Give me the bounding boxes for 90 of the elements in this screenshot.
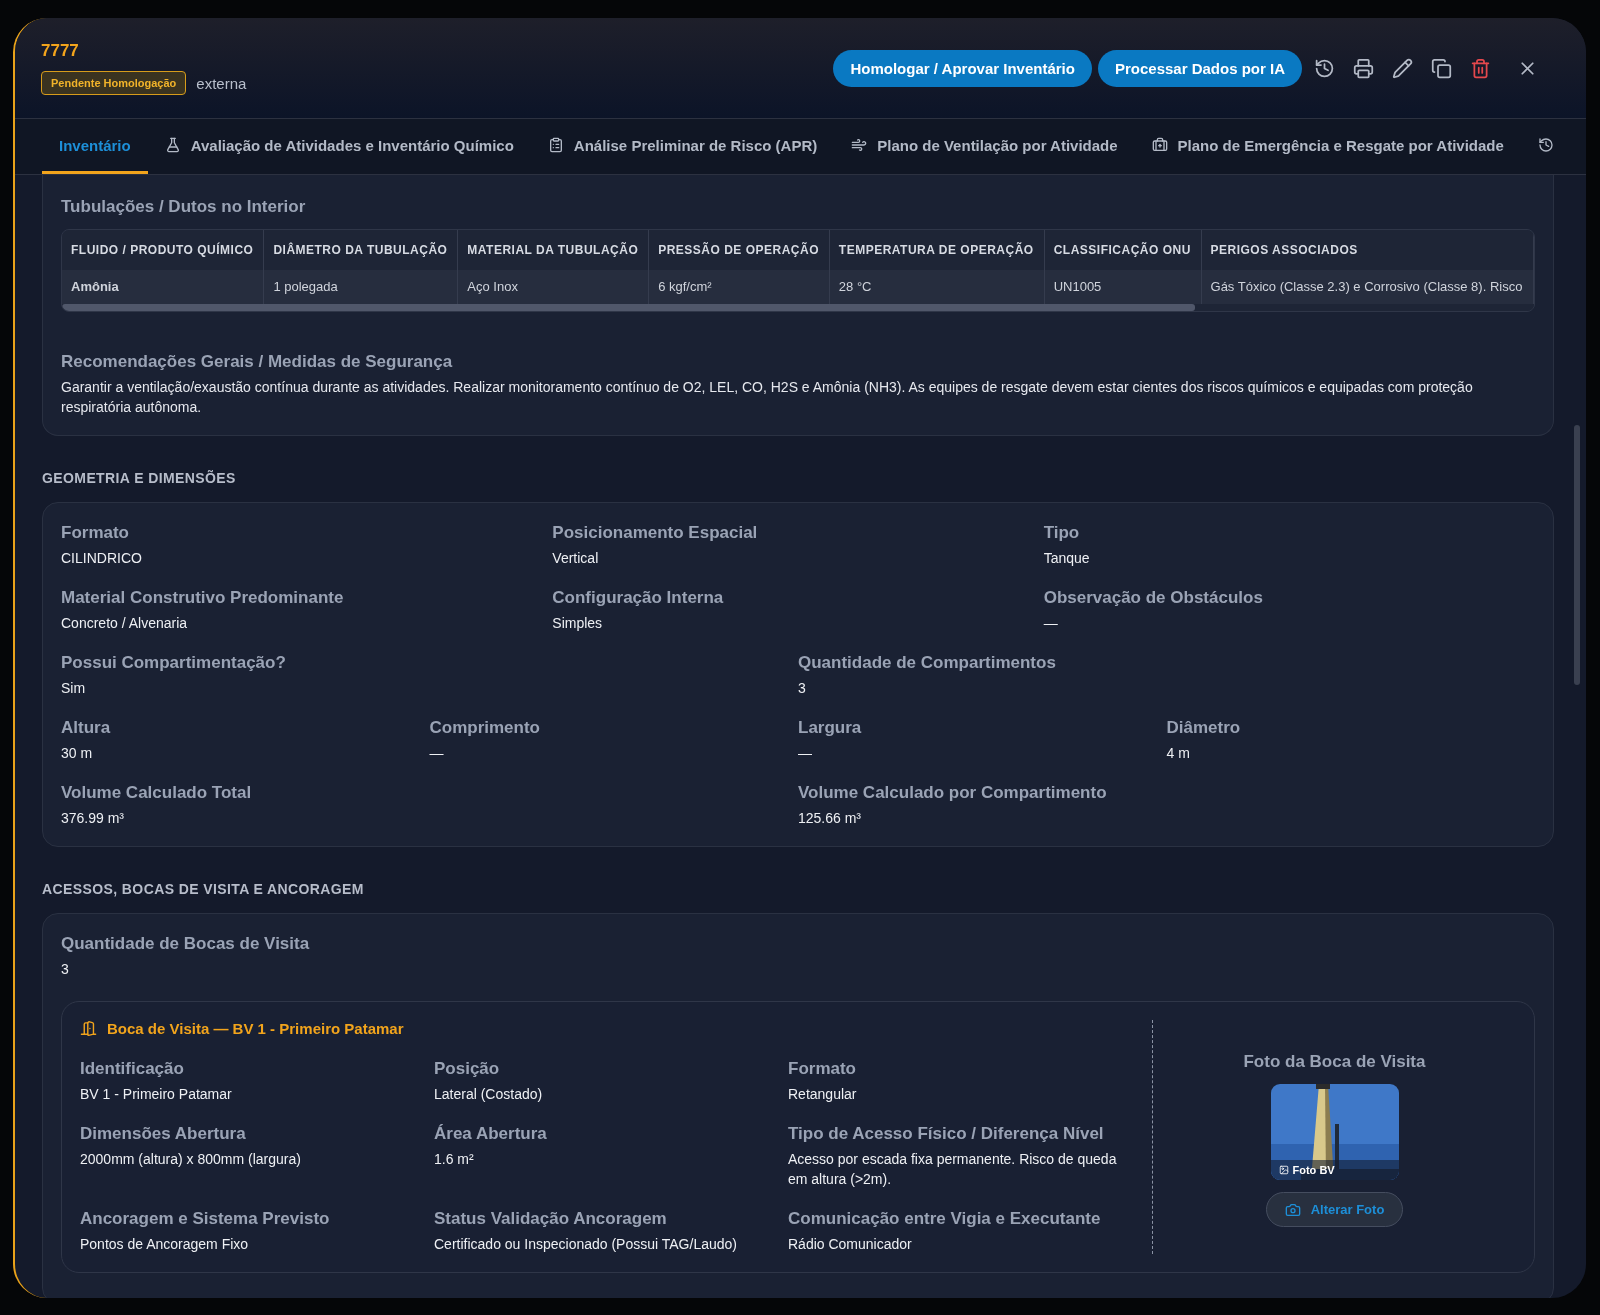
field-label: Área Abertura — [434, 1124, 548, 1144]
field-label: Material Construtivo Predominante — [61, 588, 345, 608]
field-label: Status Validação Ancoragem — [434, 1209, 668, 1229]
field-value: 3 — [798, 679, 807, 698]
section-title: ACESSOS, BOCAS DE VISITA E ANCORAGEM — [42, 881, 365, 897]
image-icon — [1278, 1165, 1289, 1175]
field-label: Posicionamento Espacial — [552, 523, 759, 543]
field-label: Configuração Interna — [552, 588, 725, 608]
type-label: externa — [196, 74, 247, 92]
tab[interactable]: Plano de Emergência e Resgate por Atividade — [1134, 119, 1521, 174]
field-label: Dimensões Abertura — [80, 1124, 247, 1144]
manhole-title: Boca de Visita — BV 1 - Primeiro Patamar — [107, 1020, 404, 1037]
photo-caption: Foto BV — [1270, 1160, 1399, 1180]
field-value: BV 1 - Primeiro Patamar — [80, 1085, 233, 1104]
table-cell: 6 kgf/cm² — [648, 270, 830, 304]
table-cell: Gás Tóxico (Classe 2.3) e Corrosivo (Classe 8). Risco — [1201, 270, 1534, 304]
flask-icon — [164, 137, 181, 153]
wind-icon — [851, 137, 868, 153]
field-label: Formato — [788, 1059, 857, 1079]
field-value: — — [429, 744, 445, 763]
field-label: Altura — [61, 718, 112, 738]
door-icon — [80, 1020, 97, 1037]
medical-kit-icon — [1151, 137, 1168, 153]
table-cell: 1 polegada — [263, 270, 458, 304]
photo-title: Foto da Boca de Visita — [1243, 1052, 1426, 1072]
field-value: Tanque — [1043, 549, 1091, 568]
camera-icon — [1284, 1201, 1301, 1218]
field-value: — — [798, 744, 813, 763]
tab[interactable]: Análise Preliminar de Risco (APR) — [530, 119, 835, 174]
field-value: 4 m — [1166, 744, 1191, 763]
field-value: Simples — [552, 614, 604, 633]
column-header: PERIGOS ASSOCIADOS — [1201, 230, 1534, 270]
field-value: Sim — [61, 679, 87, 698]
scrollbar-thumb[interactable] — [62, 304, 1196, 311]
field-label: Observação de Obstáculos — [1043, 588, 1264, 608]
field-value: Rádio Comunicador — [788, 1235, 913, 1254]
field-value: 2000mm (altura) x 800mm (largura) — [80, 1150, 302, 1169]
record-title: 7777 — [41, 41, 80, 61]
field-label: Posição — [434, 1059, 501, 1079]
section-subtitle: Tubulações / Dutos no Interior — [61, 197, 307, 217]
history-icon — [1537, 137, 1554, 153]
field-value: Retangular — [788, 1085, 858, 1104]
field-value: 1.6 m² — [434, 1150, 475, 1169]
field-value: — — [1043, 614, 1059, 633]
table-cell: UN1005 — [1044, 270, 1202, 304]
table-cell: 28 °C — [829, 270, 1045, 304]
column-header: PRESSÃO DE OPERAÇÃO — [648, 230, 830, 270]
table-cell: Aço Inox — [457, 270, 649, 304]
field-label: Tipo de Acesso Físico / Diferença Nível — [788, 1124, 1105, 1144]
field-label: Quantidade de Bocas de Visita — [61, 934, 311, 954]
field-label: Diâmetro — [1166, 718, 1242, 738]
field-label: Recomendações Gerais / Medidas de Segurança — [61, 352, 454, 372]
clipboard-icon — [547, 137, 564, 153]
field-value: 376.99 m³ — [61, 809, 126, 828]
change-photo-button[interactable]: Alterar Foto — [1265, 1192, 1404, 1227]
field-label: Largura — [798, 718, 863, 738]
field-value: 125.66 m³ — [798, 809, 863, 828]
column-header: CLASSIFICAÇÃO ONU — [1044, 230, 1202, 270]
field-label: Comunicação entre Vigia e Executante — [788, 1209, 1102, 1229]
field-label: Formato — [61, 523, 130, 543]
tab[interactable]: Avaliação de Atividades e Inventário Químico — [147, 119, 531, 174]
field-label: Possui Compartimentação? — [61, 653, 287, 673]
field-label: Tipo — [1043, 523, 1081, 543]
column-header: TEMPERATURA DE OPERAÇÃO — [829, 230, 1045, 270]
field-label: Identificação — [80, 1059, 185, 1079]
ai-process-button[interactable]: Processar Dados por IA — [1097, 49, 1302, 87]
field-value: Vertical — [552, 549, 600, 568]
field-label: Volume Calculado Total — [61, 783, 253, 803]
field-value: Pontos de Ancoragem Fixo — [80, 1235, 250, 1254]
field-label: Comprimento — [429, 718, 541, 738]
field-label: Quantidade de Compartimentos — [798, 653, 1057, 673]
status-badge: Pendente Homologação — [41, 71, 187, 95]
field-label: Volume Calculado por Compartimento — [798, 783, 1108, 803]
field-value: Concreto / Alvenaria — [61, 614, 189, 633]
column-header: DIÂMETRO DA TUBULAÇÃO — [263, 230, 458, 270]
field-value: Lateral (Costado) — [434, 1085, 544, 1104]
field-value: CILINDRICO — [61, 549, 143, 568]
column-header: FLUIDO / PRODUTO QUÍMICO — [62, 230, 264, 270]
field-value: Certificado ou Inspecionado (Possui TAG/Laudo) — [434, 1235, 738, 1254]
field-label: Ancoragem e Sistema Previsto — [80, 1209, 331, 1229]
field-value: 30 m — [61, 744, 94, 763]
column-header: MATERIAL DA TUBULAÇÃO — [457, 230, 649, 270]
field-value: Acesso por escada fixa permanente. Risco de queda em altura (>2m). — [788, 1150, 1118, 1189]
tab[interactable]: Plano de Ventilação por Atividade — [834, 119, 1135, 174]
table-cell: Amônia — [62, 270, 264, 304]
recommendations-text: Garantir a ventilação/exaustão contínua durante as atividades. Realizar monitoramento contínuo de O2, LEL, CO, H2S e Amônia (NH3). As equipes de resgate devem estar cientes dos riscos químicos e equipadas com proteção respiratória autônoma. — [61, 378, 1474, 417]
field-value: 3 — [61, 960, 70, 979]
approve-button[interactable]: Homologar / Aprovar Inventário — [833, 49, 1092, 87]
section-title: GEOMETRIA E DIMENSÕES — [42, 470, 237, 486]
scrollbar-thumb[interactable] — [1574, 425, 1580, 685]
